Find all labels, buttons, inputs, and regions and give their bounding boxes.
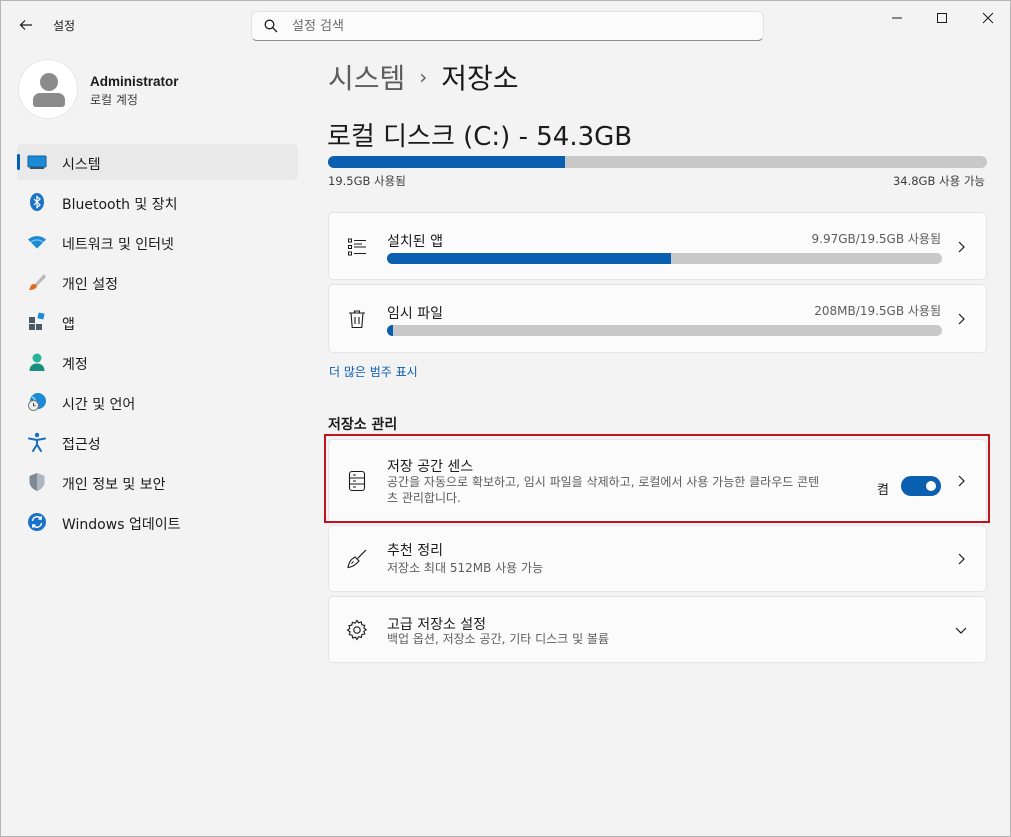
sidebar-item-label: 개인 정보 및 보안: [62, 477, 166, 493]
cleanup-desc: 저장소 최대 512MB 사용 가능: [387, 561, 544, 575]
search-input[interactable]: [292, 18, 732, 34]
globe-clock-icon: [27, 392, 47, 412]
shield-icon: [27, 472, 47, 492]
category-usage-bar: [387, 325, 942, 336]
profile-name: Administrator: [90, 74, 179, 89]
category-usage: 9.97GB/19.5GB 사용됨: [811, 232, 941, 246]
profile-account-type: 로컬 계정: [90, 93, 138, 107]
category-usage-fill: [387, 325, 394, 336]
disk-usage-bar: [328, 156, 987, 168]
back-arrow-icon: [19, 20, 32, 30]
sidebar-item-label: 접근성: [62, 437, 101, 453]
sidebar-item-label: Bluetooth 및 장치: [62, 197, 178, 213]
sidebar-item-label: 네트워크 및 인터넷: [62, 237, 174, 253]
category-title: 설치된 앱: [387, 234, 443, 250]
minimize-icon: [892, 17, 902, 19]
account-icon: [27, 352, 47, 372]
broom-icon: [345, 547, 369, 571]
sidebar-item-label: 시간 및 언어: [62, 397, 136, 413]
avatar: [18, 59, 78, 119]
app-title: 설정: [53, 19, 76, 33]
category-usage-fill: [387, 253, 671, 264]
sidebar-nav: 시스템 Bluetooth 및 장치 네트워크 및 인터넷 개인 설정 앱 계정…: [17, 144, 298, 544]
sidebar-item-time-language[interactable]: 시간 및 언어: [17, 384, 298, 420]
maximize-icon: [937, 13, 947, 23]
chevron-down-icon: [954, 623, 968, 637]
search-box[interactable]: [251, 11, 764, 41]
sidebar-item-accounts[interactable]: 계정: [17, 344, 298, 380]
category-usage: 208MB/19.5GB 사용됨: [814, 304, 941, 318]
sidebar-item-label: 계정: [62, 357, 88, 373]
wifi-icon: [27, 232, 47, 252]
maximize-button[interactable]: [919, 1, 965, 35]
category-card-installed-apps[interactable]: 설치된 앱 9.97GB/19.5GB 사용됨: [328, 212, 987, 280]
sidebar-item-bluetooth[interactable]: Bluetooth 및 장치: [17, 184, 298, 220]
sidebar-item-label: Windows 업데이트: [62, 517, 181, 533]
cleanup-title: 추천 정리: [387, 543, 443, 559]
sidebar-item-label: 시스템: [62, 157, 101, 173]
sidebar-item-apps[interactable]: 앱: [17, 304, 298, 340]
bluetooth-icon: [27, 192, 47, 212]
back-button[interactable]: [15, 13, 37, 37]
breadcrumb-parent[interactable]: 시스템: [328, 57, 405, 97]
advanced-desc: 백업 옵션, 저장소 공간, 기타 디스크 및 볼륨: [387, 632, 610, 646]
show-more-categories-link[interactable]: 더 많은 범주 표시: [329, 363, 418, 380]
sidebar-item-accessibility[interactable]: 접근성: [17, 424, 298, 460]
list-icon: [345, 235, 369, 259]
minimize-button[interactable]: [874, 1, 920, 35]
brush-icon: [27, 272, 47, 292]
disk-usage-fill: [328, 156, 565, 168]
sidebar-item-privacy[interactable]: 개인 정보 및 보안: [17, 464, 298, 500]
sidebar-item-system[interactable]: 시스템: [17, 144, 298, 180]
category-card-temporary-files[interactable]: 임시 파일 208MB/19.5GB 사용됨: [328, 284, 987, 353]
highlight-box: [324, 434, 990, 523]
accessibility-icon: [27, 432, 47, 452]
section-title-storage-management: 저장소 관리: [328, 417, 398, 433]
disk-title: 로컬 디스크 (C:) - 54.3GB: [327, 122, 633, 152]
category-usage-bar: [387, 253, 942, 264]
disk-used-label: 19.5GB 사용됨: [328, 174, 406, 188]
cleanup-recommendations-card[interactable]: 추천 정리 저장소 최대 512MB 사용 가능: [328, 525, 987, 592]
sidebar-item-personalization[interactable]: 개인 설정: [17, 264, 298, 300]
search-icon: [264, 19, 278, 33]
sidebar-item-windows-update[interactable]: Windows 업데이트: [17, 504, 298, 540]
trash-icon: [345, 307, 369, 331]
settings-window: 설정 Administrator 로컬 계정 시스템: [0, 0, 1011, 837]
gear-icon: [345, 618, 369, 642]
disk-free-label: 34.8GB 사용 가능: [892, 174, 985, 188]
chevron-right-icon: [954, 312, 968, 326]
user-profile[interactable]: Administrator 로컬 계정: [18, 59, 298, 119]
breadcrumb: 시스템 › 저장소: [328, 57, 519, 97]
category-title: 임시 파일: [387, 306, 443, 322]
close-icon: [982, 12, 994, 24]
system-icon: [27, 152, 47, 172]
sidebar-item-label: 앱: [62, 317, 75, 333]
update-icon: [27, 512, 47, 532]
sidebar-item-label: 개인 설정: [62, 277, 118, 293]
title-bar: 설정: [1, 1, 1010, 49]
advanced-storage-settings-card[interactable]: 고급 저장소 설정 백업 옵션, 저장소 공간, 기타 디스크 및 볼륨: [328, 596, 987, 663]
breadcrumb-separator: ›: [419, 65, 428, 89]
apps-icon: [27, 312, 47, 332]
sidebar-item-network[interactable]: 네트워크 및 인터넷: [17, 224, 298, 260]
close-button[interactable]: [965, 1, 1011, 35]
page-title: 저장소: [441, 62, 519, 95]
chevron-right-icon: [954, 240, 968, 254]
chevron-right-icon: [954, 552, 968, 566]
